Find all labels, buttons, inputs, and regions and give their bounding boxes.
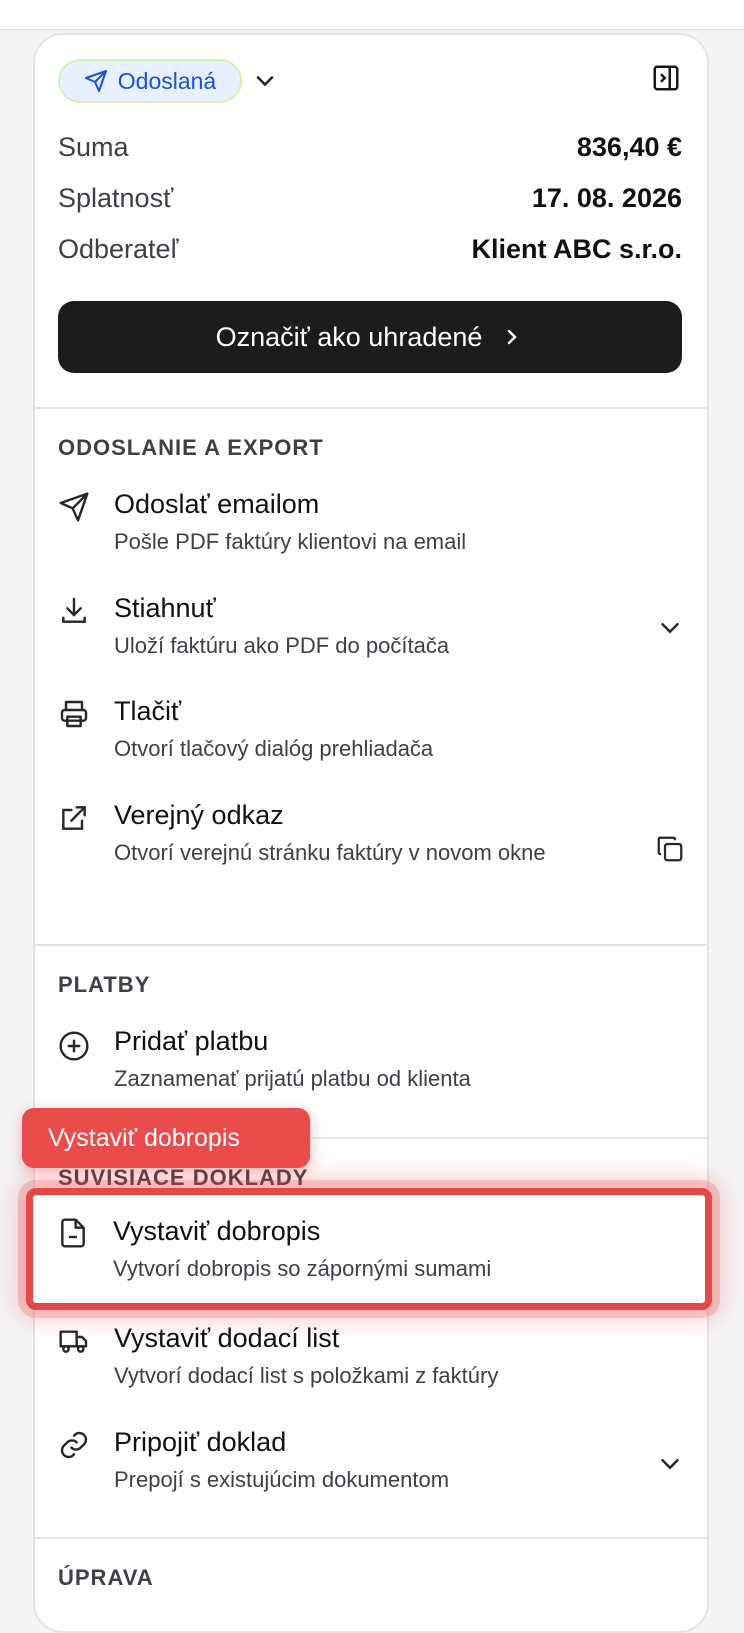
item-description: Otvorí verejnú stránku faktúry v novom o… [114,840,546,865]
attach-document-item[interactable]: Pripojiť doklad Prepojí s existujúcim do… [35,1427,707,1507]
delivery-note-item[interactable]: Vystaviť dodací list Vytvorí dodací list… [35,1323,707,1403]
status-badge[interactable]: Odoslaná [58,59,242,103]
file-minus-icon [61,1218,85,1248]
printer-icon [60,700,88,728]
due-label: Splatnosť [58,182,174,213]
external-link-icon [62,806,86,830]
item-title: Tlačiť [114,696,182,726]
chevron-down-icon[interactable] [655,1449,685,1479]
section-title-export: ODOSLANIE A EXPORT [58,435,324,460]
client-value: Klient ABC s.r.o. [471,233,682,264]
download-item[interactable]: Stiahnuť Uloží faktúru ako PDF do počíta… [35,593,707,673]
item-description: Uloží faktúru ako PDF do počítača [114,633,450,658]
item-title: Vystaviť dobropis [113,1216,321,1246]
export-section: ODOSLANIE A EXPORT Odoslať emailom Pošle… [35,407,707,944]
item-description: Vytvorí dodací list s položkami z faktúr… [114,1363,499,1388]
item-description: Prepojí s existujúcim dokumentom [114,1467,450,1492]
chevron-down-icon[interactable] [251,67,279,95]
edit-section: ÚPRAVA [35,1537,707,1597]
send-icon [84,70,107,92]
amount-value: 836,40 € [576,131,682,162]
tooltip-label: Vystaviť dobropis [48,1123,240,1152]
item-title: Stiahnuť [114,593,216,623]
section-title-payments: PLATBY [58,972,151,997]
plus-circle-icon [59,1031,89,1061]
due-value: 17. 08. 2026 [531,182,682,213]
highlighted-credit-note-item[interactable]: Vystaviť dobropis Vytvorí dobropis so zá… [26,1188,712,1310]
collapse-panel-icon[interactable] [651,63,681,93]
copy-icon[interactable] [655,834,685,864]
action-tooltip: Vystaviť dobropis [22,1108,310,1168]
item-title: Odoslať emailom [114,489,320,519]
chevron-down-icon[interactable] [655,613,685,643]
item-title: Pridať platbu [114,1026,269,1056]
item-description: Zaznamenať prijatú platbu od klienta [114,1066,471,1091]
link-icon [60,1431,88,1459]
public-link-item[interactable]: Verejný odkaz Otvorí verejnú stránku fak… [35,800,707,910]
mark-paid-button[interactable]: Označiť ako uhradené [58,301,682,373]
top-bar [0,0,744,30]
status-label: Odoslaná [117,67,217,94]
invoice-header: Odoslaná Suma 836,40 € Splatnosť 17. 08.… [35,35,707,407]
section-title-edit: ÚPRAVA [58,1565,154,1590]
send-icon [59,492,89,522]
summary-row-due: Splatnosť 17. 08. 2026 [58,178,682,218]
item-title: Verejný odkaz [114,800,284,830]
truck-icon [59,1330,88,1353]
add-payment-item[interactable]: Pridať platbu Zaznamenať prijatú platbu … [35,1026,707,1106]
amount-label: Suma [58,131,129,162]
chevron-right-icon [508,329,518,345]
item-description: Pošle PDF faktúry klientovi na email [114,529,467,554]
summary-row-amount: Suma 836,40 € [58,127,682,167]
item-title: Vystaviť dodací list [114,1323,340,1353]
mark-paid-label: Označiť ako uhradené [215,321,483,352]
send-email-item[interactable]: Odoslať emailom Pošle PDF faktúry klient… [35,489,707,569]
print-item[interactable]: Tlačiť Otvorí tlačový dialóg prehliadača [35,696,707,776]
item-title: Pripojiť doklad [114,1427,287,1457]
item-description: Otvorí tlačový dialóg prehliadača [114,736,434,761]
item-description: Vytvorí dobropis so zápornými sumami [113,1256,492,1281]
summary-row-client: Odberateľ Klient ABC s.r.o. [58,229,682,269]
client-label: Odberateľ [58,233,179,264]
invoice-actions-panel: Odoslaná Suma 836,40 € Splatnosť 17. 08.… [33,33,709,1633]
download-icon [62,597,86,623]
